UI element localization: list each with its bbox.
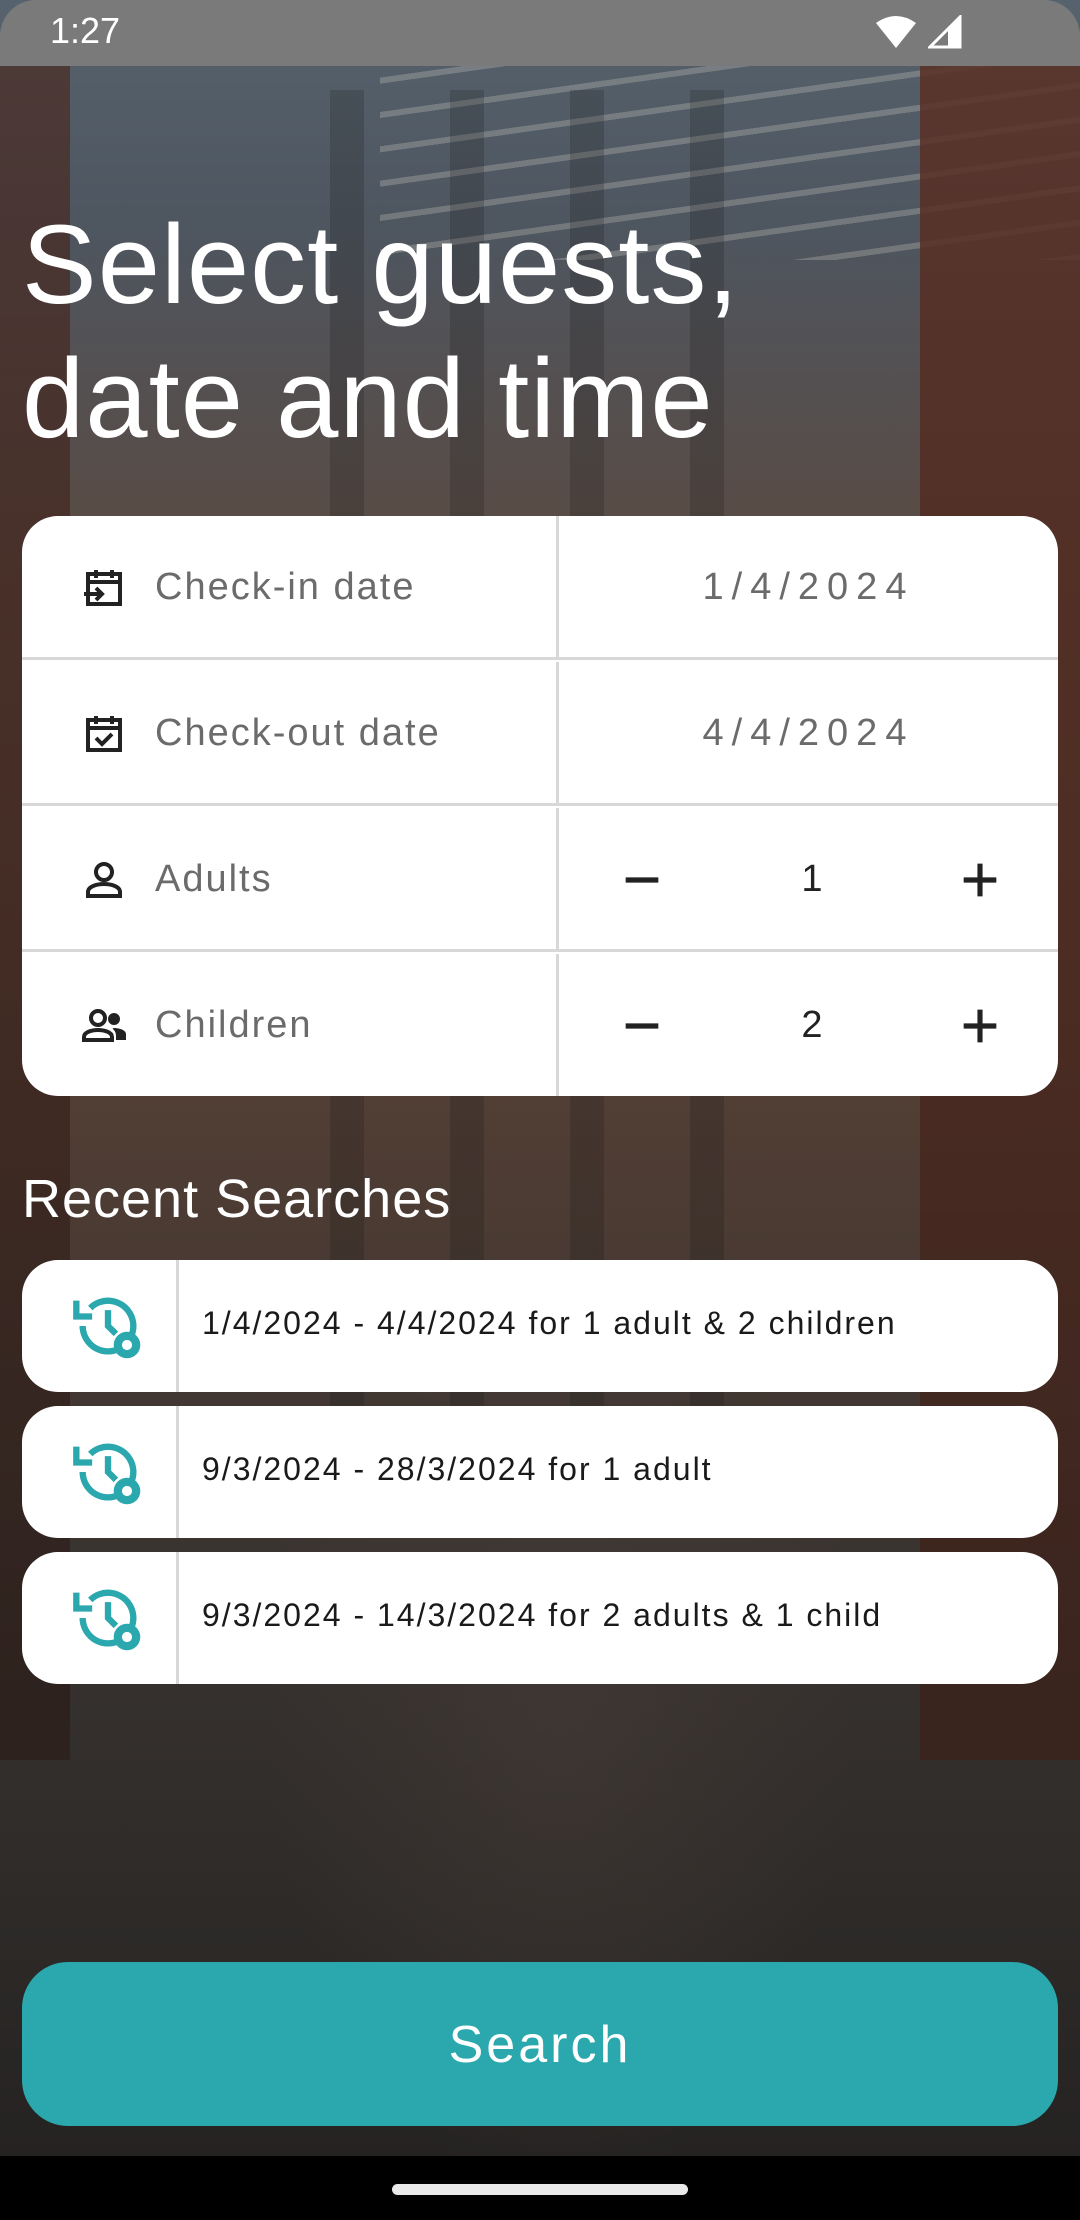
row-divider	[556, 954, 559, 1096]
person-icon	[86, 862, 122, 898]
status-bar: 1:27	[0, 0, 1080, 66]
status-icons	[876, 15, 962, 49]
history-settings-icon	[73, 1297, 141, 1359]
status-time: 1:27	[50, 10, 121, 51]
adults-decrement-button[interactable]	[614, 852, 670, 908]
adults-increment-button[interactable]	[952, 852, 1008, 908]
page-title-line2: date and time	[22, 336, 714, 461]
check-out-label: Check-out date	[155, 712, 441, 754]
calendar-arrow-icon	[84, 570, 122, 606]
history-settings-icon	[73, 1589, 141, 1651]
adults-row: Adults 1	[22, 808, 1058, 952]
calendar-check-icon	[86, 716, 122, 752]
adults-count: 1	[801, 858, 823, 900]
recent-divider	[176, 1552, 179, 1684]
history-settings-icon	[73, 1443, 141, 1505]
page-title-line1: Select guests,	[22, 202, 740, 327]
check-out-row[interactable]: Check-out date 4/4/2024	[22, 662, 1058, 806]
search-button[interactable]: Search	[22, 1962, 1058, 2126]
recent-search-item[interactable]: 1/4/2024 - 4/4/2024 for 1 adult & 2 chil…	[22, 1260, 1058, 1392]
recent-search-text: 9/3/2024 - 14/3/2024 for 2 adults & 1 ch…	[202, 1597, 883, 1633]
booking-form: Check-in date 1/4/2024 Check-out date 4/…	[22, 516, 1058, 1096]
recent-searches-title: Recent Searches	[22, 1169, 452, 1229]
check-in-row[interactable]: Check-in date 1/4/2024	[22, 516, 1058, 660]
adults-label: Adults	[155, 858, 273, 900]
row-divider	[556, 808, 559, 949]
recent-search-item[interactable]: 9/3/2024 - 14/3/2024 for 2 adults & 1 ch…	[22, 1552, 1058, 1684]
page-title: Select guests, date and time	[22, 198, 1022, 466]
check-in-date[interactable]: 1/4/2024	[559, 566, 1058, 609]
check-out-date[interactable]: 4/4/2024	[559, 712, 1058, 755]
home-gesture-handle[interactable]	[392, 2184, 688, 2195]
children-label: Children	[155, 1004, 313, 1046]
recent-divider	[176, 1406, 179, 1538]
recent-search-text: 1/4/2024 - 4/4/2024 for 1 adult & 2 chil…	[202, 1305, 897, 1341]
signal-icon	[928, 15, 962, 49]
recent-divider	[176, 1260, 179, 1392]
children-decrement-button[interactable]	[614, 998, 670, 1054]
navigation-bar	[0, 2156, 1080, 2220]
people-icon	[82, 1009, 126, 1042]
children-count: 2	[801, 1004, 823, 1046]
wifi-icon	[876, 16, 916, 48]
children-row: Children 2	[22, 954, 1058, 1096]
children-increment-button[interactable]	[952, 998, 1008, 1054]
recent-search-text: 9/3/2024 - 28/3/2024 for 1 adult	[202, 1451, 713, 1487]
check-in-label: Check-in date	[155, 566, 416, 608]
recent-search-item[interactable]: 9/3/2024 - 28/3/2024 for 1 adult	[22, 1406, 1058, 1538]
